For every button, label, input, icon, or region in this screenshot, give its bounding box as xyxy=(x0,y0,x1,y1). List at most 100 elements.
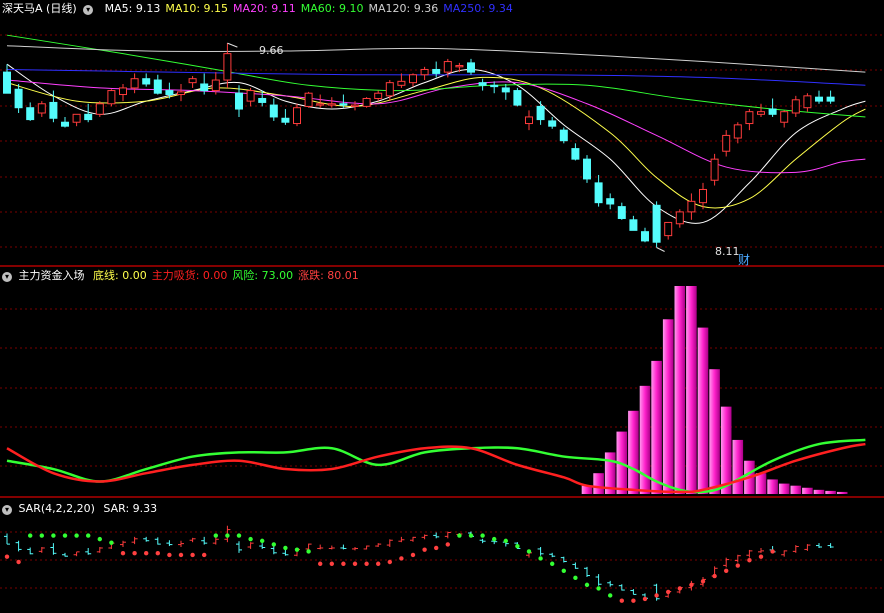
candle-body xyxy=(559,129,568,142)
panel2-title[interactable]: 主力资金入场 xyxy=(19,269,85,282)
cai-marker[interactable]: 财 xyxy=(738,253,750,267)
volume-bar xyxy=(813,489,825,494)
sar-legend: SAR: 9.33 xyxy=(98,502,157,515)
indicator-legend: 底线: 0.00 主力吸货: 0.00 风险: 73.00 涨跌: 80.01 xyxy=(88,269,359,282)
sar-dot xyxy=(758,554,764,559)
candle-body xyxy=(803,95,812,109)
candle-body xyxy=(490,84,499,88)
sar-dot xyxy=(608,593,613,598)
candle-body xyxy=(374,92,383,99)
sar-dot xyxy=(410,552,416,558)
candle-body xyxy=(339,103,348,106)
candle-body xyxy=(722,134,731,152)
sar-dot xyxy=(294,547,300,552)
sar-dot xyxy=(399,556,404,561)
sar-dot xyxy=(39,533,44,538)
candle-body xyxy=(246,90,255,102)
candle-body xyxy=(316,103,325,106)
candle-body xyxy=(107,90,116,105)
stock-chart[interactable]: 9.66 8.11 财 xyxy=(0,0,884,613)
candle-body xyxy=(467,62,475,73)
sar-dot xyxy=(62,533,68,538)
sar-dot xyxy=(747,558,752,563)
panel3-title[interactable]: SAR(4,2,2,20) xyxy=(19,502,95,515)
sar-dot xyxy=(329,561,334,566)
sar-dot xyxy=(306,549,311,554)
legend-item: MA5: 9.13 xyxy=(104,2,161,15)
sar-dot xyxy=(4,554,10,559)
sar-dot xyxy=(492,536,497,542)
candle-body xyxy=(780,111,789,123)
sar-dot xyxy=(550,561,555,566)
candle-body xyxy=(768,108,777,115)
candle-body xyxy=(675,211,684,225)
sar-dot xyxy=(700,579,706,584)
legend-item: 风险: 73.00 xyxy=(232,269,294,282)
sar-dot xyxy=(318,561,323,566)
collapse-icon[interactable]: ▾ xyxy=(2,272,12,282)
candle-body xyxy=(351,104,359,107)
candle-body xyxy=(165,90,174,96)
sar-dot xyxy=(28,533,33,538)
panel1-title[interactable]: 深天马A (日线) xyxy=(2,2,77,15)
sar-dot xyxy=(225,533,230,538)
candle-body xyxy=(710,158,719,181)
sar-dot xyxy=(74,533,79,538)
candle-body xyxy=(119,87,127,96)
volume-bar xyxy=(662,319,674,494)
sar-dot xyxy=(584,582,590,588)
collapse-icon[interactable]: ▾ xyxy=(83,5,94,15)
sar-dot xyxy=(16,559,21,565)
legend-item: MA10: 9.15 xyxy=(165,2,229,15)
volume-bar xyxy=(755,473,767,494)
legend-item: 涨跌: 80.01 xyxy=(298,269,359,282)
sar-dot xyxy=(596,586,601,591)
sar-dot xyxy=(677,586,682,591)
candle-body xyxy=(536,105,545,121)
sar-dot xyxy=(364,561,369,566)
sar-dot xyxy=(434,545,439,551)
volume-bar xyxy=(778,483,790,494)
candle-body xyxy=(583,158,591,180)
candle-body xyxy=(501,87,510,93)
sar-dot xyxy=(573,575,578,581)
sar-dot xyxy=(631,598,636,603)
sar-dot xyxy=(666,589,671,595)
candle-body xyxy=(757,111,765,115)
candle-body xyxy=(641,231,649,242)
sar-dot xyxy=(642,596,648,602)
sar-dot xyxy=(712,573,717,579)
volume-bar xyxy=(732,439,744,494)
candle-body xyxy=(733,124,742,139)
volume-bar xyxy=(720,406,732,494)
legend-item: 主力吸货: 0.00 xyxy=(151,269,228,282)
candle-body xyxy=(617,206,626,219)
candle-body xyxy=(409,74,417,84)
candle-body xyxy=(420,68,429,76)
candle-body xyxy=(791,99,800,114)
candle-body xyxy=(745,111,754,125)
candle-body xyxy=(223,53,232,81)
sar-dot xyxy=(457,533,462,538)
candle-body xyxy=(432,68,441,74)
candle-body xyxy=(281,117,290,123)
volume-bar xyxy=(628,410,639,494)
legend-item: MA60: 9.10 xyxy=(300,2,364,15)
high-pointer xyxy=(227,42,238,48)
collapse-icon[interactable]: ▾ xyxy=(2,505,12,515)
candle-body xyxy=(513,90,522,106)
legend-item: MA250: 9.34 xyxy=(443,2,513,15)
sar-dot xyxy=(376,561,381,566)
candle-body xyxy=(49,101,58,119)
candle-body xyxy=(293,107,301,125)
volume-bar xyxy=(697,327,709,494)
sar-dot xyxy=(724,568,729,573)
candle-body xyxy=(84,113,93,121)
panel2-legend: ▾ 主力资金入场 底线: 0.00 主力吸货: 0.00 风险: 73.00 涨跌: … xyxy=(2,269,359,283)
candle-body xyxy=(652,204,661,243)
volume-bar xyxy=(651,360,662,494)
volume-bar xyxy=(593,473,604,494)
candle-body xyxy=(594,182,603,204)
candle-body xyxy=(72,113,81,123)
volume-bar xyxy=(836,491,848,494)
